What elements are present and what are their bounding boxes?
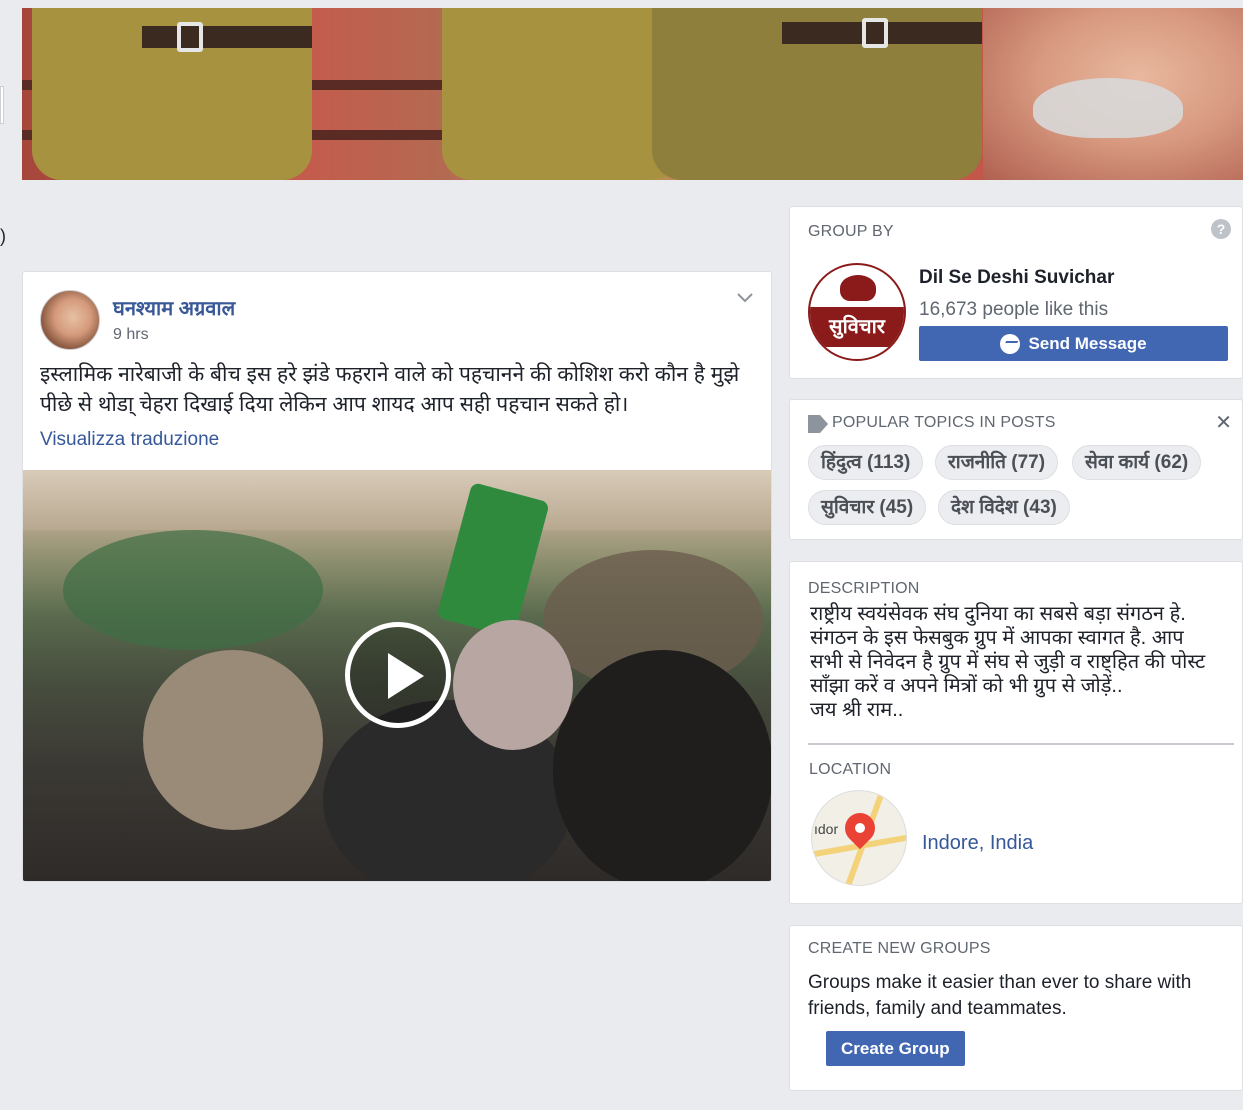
page-likes: 16,673 people like this <box>919 299 1109 320</box>
create-groups-text: Groups make it easier than ever to share… <box>808 972 1192 1019</box>
description-line: जय श्री राम.. <box>810 699 904 721</box>
description-line: सभी से निवेदन है ग्रुप में संघ से जुड़ी … <box>810 651 1206 673</box>
messenger-icon <box>1000 333 1021 354</box>
close-icon[interactable]: ✕ <box>1215 410 1232 435</box>
send-message-button[interactable]: Send Message <box>919 326 1228 361</box>
post-author[interactable]: घनश्याम अग्रवाल <box>113 294 235 321</box>
help-icon[interactable]: ? <box>1211 219 1231 239</box>
cover-belt <box>142 26 312 48</box>
topic-chip[interactable]: सुविचार (45) <box>808 490 927 525</box>
group-by-box: GROUP BY ? सुविचार Dil Se Deshi Suvichar… <box>789 206 1243 379</box>
cover-buckle <box>862 18 888 48</box>
description-line: साँझा करें व अपने मित्रों को भी ग्रुप से… <box>810 675 1123 697</box>
popular-topics-box: POPULAR TOPICS IN POSTS ✕ हिंदुत्व (113)… <box>789 399 1243 540</box>
create-group-button[interactable]: Create Group <box>826 1031 965 1066</box>
logo-text: सुविचार <box>810 307 904 347</box>
map-label: ıdor <box>814 821 839 837</box>
chevron-down-icon[interactable] <box>737 290 753 308</box>
page-name[interactable]: Dil Se Deshi Suvichar <box>919 267 1114 289</box>
topic-chip[interactable]: सेवा कार्य (62) <box>1072 445 1202 480</box>
popular-topics-title: POPULAR TOPICS IN POSTS <box>832 414 1056 431</box>
cover-figure <box>442 8 682 180</box>
create-groups-title: CREATE NEW GROUPS <box>808 940 991 957</box>
topic-chip[interactable]: राजनीति (77) <box>935 445 1059 480</box>
logo-emblem <box>840 275 876 301</box>
description-box: DESCRIPTION राष्ट्रीय स्वयंसेवक संघ दुनि… <box>789 561 1243 904</box>
description-title: DESCRIPTION <box>808 580 920 597</box>
topic-chip[interactable]: देश विदेश (43) <box>938 490 1070 525</box>
left-paren: ) <box>0 226 6 246</box>
create-groups-box: CREATE NEW GROUPS Groups make it easier … <box>789 925 1243 1091</box>
post-video[interactable] <box>23 470 771 881</box>
video-person <box>143 650 323 830</box>
video-person <box>453 620 573 750</box>
video-person <box>553 650 771 881</box>
play-icon[interactable] <box>345 622 451 728</box>
group-by-title: GROUP BY <box>808 223 894 240</box>
cover-photo[interactable] <box>22 8 1243 180</box>
description-text: राष्ट्रीय स्वयंसेवक संघ दुनिया का सबसे ब… <box>810 602 1235 722</box>
topic-chip[interactable]: हिंदुत्व (113) <box>808 445 924 480</box>
left-edge-control[interactable] <box>0 86 4 124</box>
avatar[interactable] <box>40 290 100 350</box>
cover-buckle <box>177 22 203 52</box>
post-text: इस्लामिक नारेबाजी के बीच इस हरे झंडे फहर… <box>40 363 740 416</box>
location-map[interactable]: ıdor <box>811 790 907 886</box>
post-card: घनश्याम अग्रवाल 9 hrs इस्लामिक नारेबाजी … <box>22 271 772 882</box>
video-crowd <box>63 530 323 650</box>
post-time[interactable]: 9 hrs <box>113 326 149 344</box>
cover-mustache <box>1033 78 1183 138</box>
send-message-label: Send Message <box>1028 333 1147 353</box>
description-line: संगठन के इस फेसबुक ग्रुप में आपका स्वागत… <box>810 627 1184 649</box>
location-title: LOCATION <box>809 761 892 778</box>
description-line: राष्ट्रीय स्वयंसेवक संघ दुनिया का सबसे ब… <box>810 603 1186 625</box>
location-name[interactable]: Indore, India <box>922 832 1033 855</box>
divider <box>808 743 1234 745</box>
page-logo[interactable]: सुविचार <box>808 263 906 361</box>
tag-icon <box>808 415 828 433</box>
video-background <box>23 470 771 530</box>
translate-link[interactable]: Visualizza traduzione <box>40 429 219 451</box>
